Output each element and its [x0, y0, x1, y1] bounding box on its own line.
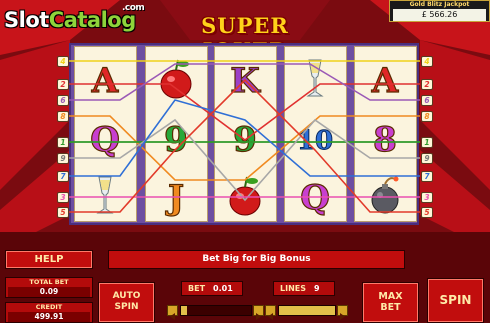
watermark-logo: SlotCatalog .com — [4, 3, 145, 32]
svg-text:9: 9 — [164, 120, 188, 160]
reel-symbol: K — [215, 49, 276, 107]
lines-value: 9 — [314, 284, 320, 293]
reel-symbol — [355, 166, 416, 224]
svg-text:9: 9 — [233, 120, 257, 160]
payline-marker-left-1[interactable]: 1 — [57, 137, 69, 148]
reel-symbol: 8 — [355, 108, 416, 166]
lines-slider-fill — [279, 306, 335, 315]
payline-marker-left-7[interactable]: 7 — [57, 171, 69, 182]
reel-symbol — [75, 166, 136, 224]
payline-marker-right-6[interactable]: 6 — [421, 95, 433, 106]
svg-text:A: A — [91, 61, 119, 101]
reel-symbol: Q — [75, 108, 136, 166]
svg-text:A: A — [371, 61, 399, 101]
payline-marker-right-5[interactable]: 5 — [421, 207, 433, 218]
payline-marker-left-3[interactable]: 3 — [57, 192, 69, 203]
reel-symbol: A — [75, 49, 136, 107]
credit-panel: CREDIT 499.91 — [5, 302, 93, 323]
lines-decrease-arrow-icon[interactable] — [265, 305, 276, 320]
reel-symbol — [215, 166, 276, 224]
spin-button[interactable]: SPIN — [427, 278, 484, 323]
reel-2: 9J — [145, 46, 208, 222]
auto-spin-label-1: AUTO — [112, 291, 141, 301]
payline-marker-right-3[interactable]: 3 — [421, 192, 433, 203]
payline-marker-left-4[interactable]: 4 — [57, 56, 69, 67]
payline-marker-left-9[interactable]: 9 — [57, 153, 69, 164]
reel-symbol — [146, 49, 207, 107]
reel-1: AQ — [74, 46, 137, 222]
reel-symbol — [285, 49, 346, 107]
payline-marker-right-8[interactable]: 8 — [421, 111, 433, 122]
payline-marker-right-4[interactable]: 4 — [421, 56, 433, 67]
credit-value: 499.91 — [8, 312, 90, 322]
bet-slider[interactable] — [180, 305, 252, 316]
bet-increase-arrow-icon[interactable] — [253, 305, 264, 320]
lines-slider[interactable] — [278, 305, 336, 316]
payline-marker-left-8[interactable]: 8 — [57, 111, 69, 122]
max-bet-button[interactable]: MAX BET — [362, 282, 419, 323]
help-button[interactable]: HELP — [5, 250, 93, 269]
watermark-part-com: .com — [122, 3, 145, 13]
reel-symbol: 9 — [146, 108, 207, 166]
payline-marker-right-1[interactable]: 1 — [421, 137, 433, 148]
bet-label: BET — [188, 284, 206, 293]
payline-marker-left-5[interactable]: 5 — [57, 207, 69, 218]
auto-spin-button[interactable]: AUTO SPIN — [98, 282, 155, 323]
max-bet-label-1: MAX — [378, 291, 403, 302]
payline-marker-right-2[interactable]: 2 — [421, 79, 433, 90]
total-bet-panel: TOTAL BET 0.09 — [5, 277, 93, 298]
bet-display: BET 0.01 — [181, 281, 243, 296]
reel-3: K9 — [214, 46, 277, 222]
lines-increase-arrow-icon[interactable] — [337, 305, 348, 320]
bet-decrease-arrow-icon[interactable] — [167, 305, 178, 320]
payline-marker-left-6[interactable]: 6 — [57, 95, 69, 106]
watermark-part-slot: Slot — [4, 8, 49, 32]
lines-label: LINES — [280, 284, 306, 293]
svg-text:K: K — [230, 61, 261, 101]
reel-5: A8 — [354, 46, 417, 222]
message-bar: Bet Big for Big Bonus — [108, 250, 405, 269]
payline-marker-left-2[interactable]: 2 — [57, 79, 69, 90]
svg-text:Q: Q — [300, 178, 330, 218]
max-bet-label-2: BET — [380, 302, 401, 313]
jackpot-value: £ 566.26 — [393, 9, 486, 21]
svg-text:Q: Q — [90, 120, 120, 160]
reel-symbol: Q — [285, 166, 346, 224]
bet-value: 0.01 — [213, 284, 233, 293]
reel-4: 10 Q — [284, 46, 347, 222]
bet-slider-fill — [181, 306, 187, 315]
svg-text:8: 8 — [373, 120, 397, 160]
reel-symbol: 10 — [285, 108, 346, 166]
reel-symbol: 9 — [215, 108, 276, 166]
svg-text:J: J — [165, 178, 184, 218]
total-bet-label: TOTAL BET — [29, 278, 69, 286]
auto-spin-label-2: SPIN — [114, 302, 139, 312]
payline-marker-right-9[interactable]: 9 — [421, 153, 433, 164]
total-bet-value: 0.09 — [8, 287, 90, 297]
jackpot-display: Gold Blitz Jackpot £ 566.26 — [389, 0, 490, 22]
payline-marker-right-7[interactable]: 7 — [421, 171, 433, 182]
reel-symbol: J — [146, 166, 207, 224]
reel-symbol: A — [355, 49, 416, 107]
svg-text:10: 10 — [297, 126, 333, 156]
credit-label: CREDIT — [35, 303, 63, 311]
jackpot-label: Gold Blitz Jackpot — [409, 1, 470, 8]
lines-display: LINES 9 — [273, 281, 335, 296]
